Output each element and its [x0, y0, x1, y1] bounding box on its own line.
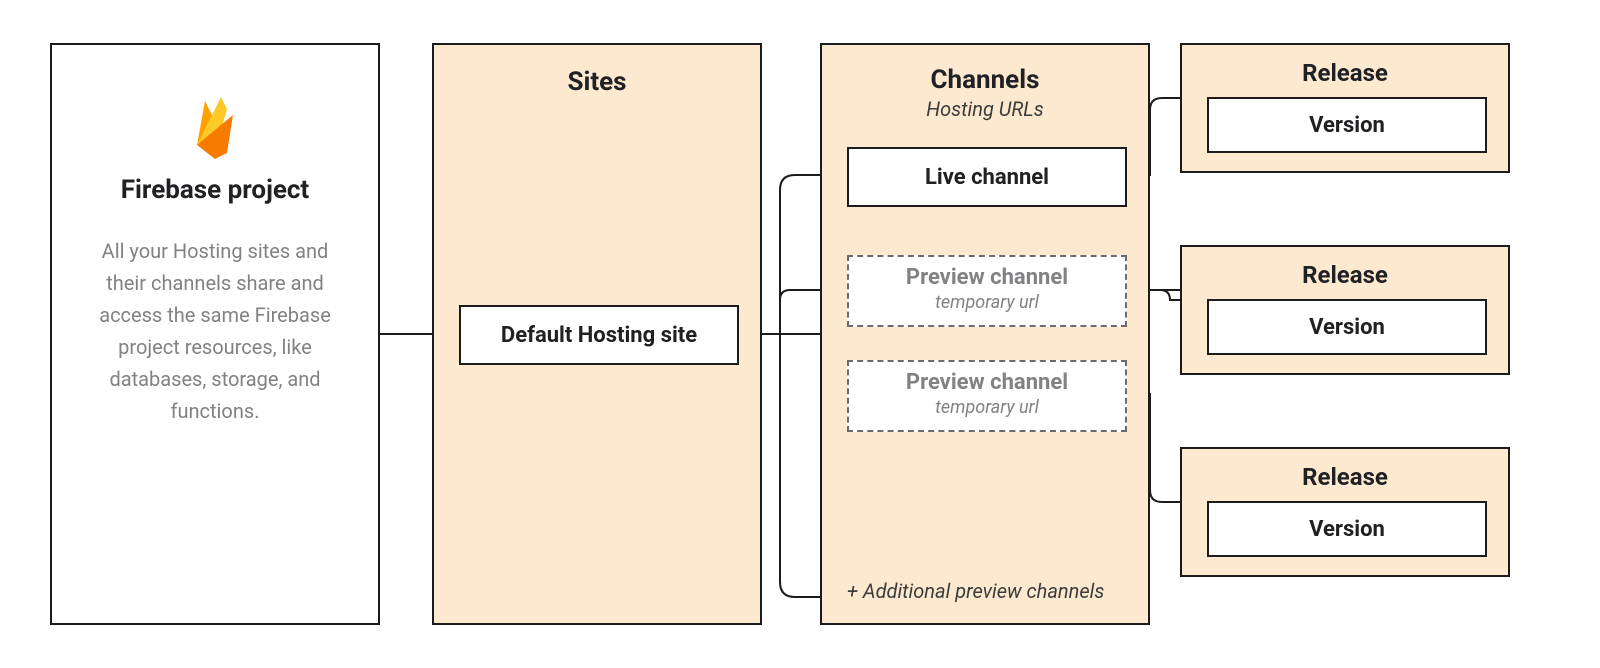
default-site-box: Default Hosting site — [459, 305, 739, 365]
release-1-panel: Release Version — [1180, 43, 1510, 173]
channels-title: Channels — [822, 65, 1148, 95]
firebase-project-panel: Firebase project All your Hosting sites … — [50, 43, 380, 625]
live-channel-label: Live channel — [925, 165, 1049, 190]
release-2-version: Version — [1309, 315, 1385, 340]
preview-channel-2-sub: temporary url — [849, 397, 1125, 418]
preview-channel-2-title: Preview channel — [849, 370, 1125, 395]
sites-panel: Sites Default Hosting site — [432, 43, 762, 625]
release-3-title: Release — [1182, 463, 1508, 491]
default-site-label: Default Hosting site — [501, 323, 697, 348]
channels-panel: Channels Hosting URLs Live channel Previ… — [820, 43, 1150, 625]
release-1-version-box: Version — [1207, 97, 1487, 153]
channels-footer: + Additional preview channels — [847, 579, 1104, 603]
preview-channel-1-sub: temporary url — [849, 292, 1125, 313]
project-description: All your Hosting sites and their channel… — [80, 235, 350, 427]
release-3-panel: Release Version — [1180, 447, 1510, 577]
sites-title: Sites — [434, 67, 760, 97]
release-1-title: Release — [1182, 59, 1508, 87]
live-channel-box: Live channel — [847, 147, 1127, 207]
release-1-version: Version — [1309, 113, 1385, 138]
release-3-version-box: Version — [1207, 501, 1487, 557]
release-2-panel: Release Version — [1180, 245, 1510, 375]
project-title: Firebase project — [52, 175, 378, 205]
release-3-version: Version — [1309, 517, 1385, 542]
channels-subtitle: Hosting URLs — [822, 97, 1148, 121]
preview-channel-1-title: Preview channel — [849, 265, 1125, 290]
release-2-version-box: Version — [1207, 299, 1487, 355]
preview-channel-2-box: Preview channel temporary url — [847, 360, 1127, 432]
firebase-logo-icon — [191, 95, 239, 163]
release-2-title: Release — [1182, 261, 1508, 289]
preview-channel-1-box: Preview channel temporary url — [847, 255, 1127, 327]
